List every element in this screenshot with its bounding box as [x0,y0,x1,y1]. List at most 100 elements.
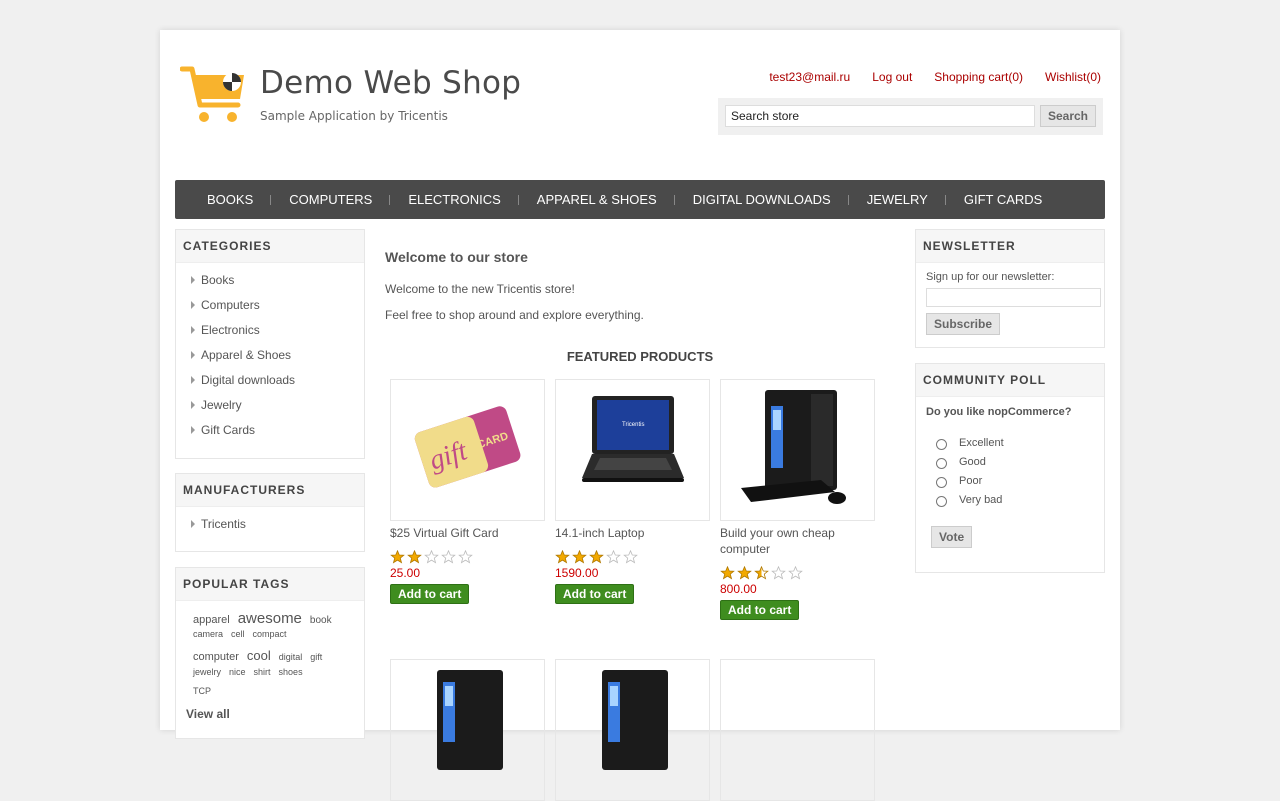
menu-item-computers[interactable]: COMPUTERS [271,192,391,207]
category-electronics[interactable]: Electronics [190,321,364,346]
tag-compact[interactable]: compact [253,629,287,639]
tag-shirt[interactable]: shirt [254,667,271,677]
star-empty-icon [771,566,786,580]
radio-icon[interactable] [936,476,947,488]
product-price: 1590.00 [555,566,599,580]
popular-tags-title: POPULAR TAGS [176,568,364,601]
star-full-icon [589,550,604,564]
star-full-icon [555,550,570,564]
menu-item-apparel-shoes[interactable]: APPAREL & SHOES [519,192,675,207]
add-to-cart-button[interactable]: Add to cart [555,584,635,604]
product-image[interactable] [720,379,875,521]
tag-cool[interactable]: cool [247,648,271,663]
search-input[interactable] [725,105,1035,127]
tag-apparel[interactable]: apparel [193,614,230,626]
product-item: Tricentis 14.1-inch Laptop 1590.00 Add t… [555,379,710,604]
radio-icon[interactable] [936,495,947,507]
category-computers[interactable]: Computers [190,296,364,321]
product-image[interactable] [555,659,710,801]
poll-option-label: Good [959,455,986,468]
product-image[interactable] [390,659,545,801]
product-image[interactable]: Tricentis [555,379,710,521]
product-image[interactable] [720,659,875,801]
menu-item-electronics[interactable]: ELECTRONICS [390,192,520,207]
laptop-image-icon: Tricentis [582,396,684,482]
poll-option-excellent[interactable]: Excellent [916,433,1104,452]
menu-item-jewelry[interactable]: JEWELRY [849,192,947,207]
product-title[interactable]: Build your own cheap computer [720,525,875,557]
tag-nice[interactable]: nice [229,667,246,677]
welcome-subtext: Feel free to shop around and explore eve… [385,308,644,322]
poll-title: COMMUNITY POLL [916,364,1104,397]
star-empty-icon [788,566,803,580]
tag-tcp[interactable]: TCP [193,686,211,696]
product-item [390,659,545,801]
product-image[interactable]: gift CARD [390,379,545,521]
radio-icon[interactable] [936,438,947,450]
star-empty-icon [623,550,638,564]
newsletter-title: NEWSLETTER [916,230,1104,263]
product-item: gift CARD $25 Virtual Gift Card 25.00 Ad… [390,379,545,604]
welcome-title: Welcome to our store [385,249,528,265]
star-empty-icon [441,550,456,564]
product-rating [720,566,875,580]
add-to-cart-button[interactable]: Add to cart [390,584,470,604]
desktop-computer-image-icon [437,670,503,770]
poll-option-good[interactable]: Good [916,452,1104,471]
product-price: 25.00 [390,566,421,580]
poll-option-very-bad[interactable]: Very bad [916,490,1104,509]
add-to-cart-button[interactable]: Add to cart [720,600,800,620]
desktop-computer-image-icon [602,670,668,770]
site-logo[interactable]: Demo Web Shop Sample Application by Tric… [180,65,521,125]
star-empty-icon [424,550,439,564]
product-title[interactable]: 14.1-inch Laptop [555,525,710,541]
star-full-icon [720,566,735,580]
search-box: Search [718,98,1103,135]
poll-question: Do you like nopCommerce? [926,406,1072,418]
category-digital-downloads[interactable]: Digital downloads [190,371,364,396]
logout-link[interactable]: Log out [872,70,912,84]
tag-shoes[interactable]: shoes [279,667,303,677]
manufacturers-title: MANUFACTURERS [176,474,364,507]
category-gift-cards[interactable]: Gift Cards [190,421,364,446]
tag-gift[interactable]: gift [310,652,322,662]
view-all-tags-link[interactable]: View all [186,707,364,721]
menu-item-digital-downloads[interactable]: DIGITAL DOWNLOADS [675,192,849,207]
tag-jewelry[interactable]: jewelry [193,667,221,677]
search-button[interactable]: Search [1040,105,1096,127]
product-price: 800.00 [720,582,757,596]
tag-camera[interactable]: camera [193,629,223,639]
category-books[interactable]: Books [190,271,364,296]
poll-option-label: Very bad [959,493,1003,506]
menu-item-books[interactable]: BOOKS [189,192,272,207]
product-item [720,659,875,801]
tag-book[interactable]: book [310,615,332,626]
shopping-cart-logo-icon [180,66,244,122]
manufacturers-block: MANUFACTURERS Tricentis [175,473,365,552]
tag-cloud: apparel awesome book camera cell compact… [176,601,364,721]
wishlist-link[interactable]: Wishlist(0) [1045,70,1101,84]
tag-computer[interactable]: computer [193,651,239,663]
poll-option-poor[interactable]: Poor [916,471,1104,490]
product-title[interactable]: $25 Virtual Gift Card [390,525,545,541]
tag-cell[interactable]: cell [231,629,245,639]
tag-awesome[interactable]: awesome [238,610,302,627]
top-menu: BOOKS COMPUTERS ELECTRONICS APPAREL & SH… [175,180,1105,219]
manufacturer-tricentis[interactable]: Tricentis [190,515,364,540]
categories-title: CATEGORIES [176,230,364,263]
menu-item-gift-cards[interactable]: GIFT CARDS [946,192,1061,207]
radio-icon[interactable] [936,457,947,469]
star-full-icon [390,550,405,564]
category-apparel-shoes[interactable]: Apparel & Shoes [190,346,364,371]
star-half-icon [754,566,769,580]
category-jewelry[interactable]: Jewelry [190,396,364,421]
tag-digital[interactable]: digital [279,652,303,662]
desktop-computer-image-icon [741,390,846,504]
account-email-link[interactable]: test23@mail.ru [769,70,850,84]
shopping-cart-link[interactable]: Shopping cart(0) [934,70,1023,84]
product-item [555,659,710,801]
newsletter-email-input[interactable] [926,288,1101,307]
vote-button[interactable]: Vote [931,526,973,548]
subscribe-button[interactable]: Subscribe [926,313,1001,335]
categories-list: Books Computers Electronics Apparel & Sh… [176,263,364,446]
